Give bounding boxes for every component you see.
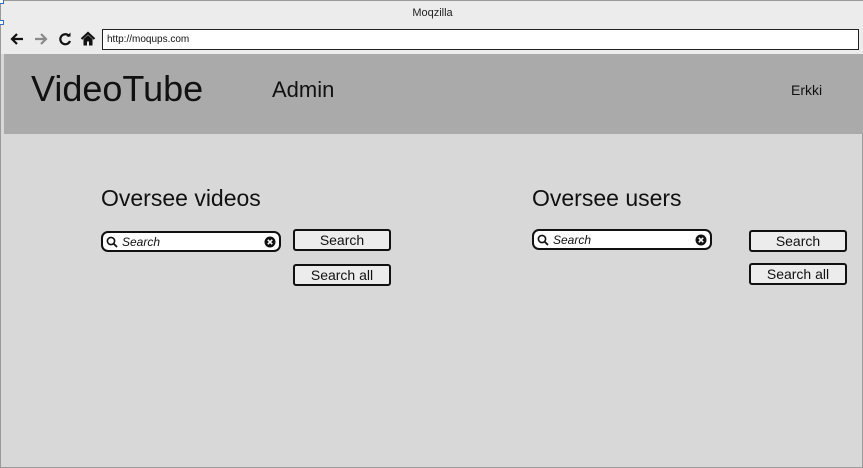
- browser-window: Moqzilla http://moqups.com VideoTube Adm…: [0, 0, 863, 468]
- videos-search-field[interactable]: [101, 231, 281, 252]
- home-icon[interactable]: [79, 30, 97, 48]
- users-search-input[interactable]: [553, 232, 693, 247]
- clear-icon[interactable]: [695, 234, 707, 246]
- forward-icon[interactable]: [32, 30, 50, 48]
- videos-search-all-button[interactable]: Search all: [293, 264, 391, 286]
- section-title: Admin: [272, 77, 335, 102]
- videos-search-button[interactable]: Search: [293, 229, 391, 251]
- address-text: http://moqups.com: [107, 34, 190, 45]
- reload-icon[interactable]: [56, 30, 74, 48]
- address-bar[interactable]: http://moqups.com: [102, 29, 859, 50]
- search-icon: [537, 234, 549, 246]
- clear-icon[interactable]: [264, 236, 276, 248]
- window-title: Moqzilla: [412, 7, 453, 19]
- users-search-field[interactable]: [532, 229, 712, 250]
- window-titlebar: Moqzilla: [1, 1, 863, 25]
- videos-panel-title: Oversee videos: [101, 185, 261, 211]
- users-search-button[interactable]: Search: [749, 230, 847, 252]
- user-name[interactable]: Erkki: [791, 82, 822, 98]
- search-icon: [106, 236, 118, 248]
- users-panel-title: Oversee users: [532, 185, 682, 211]
- app-logo[interactable]: VideoTube: [31, 67, 203, 111]
- app-header: VideoTube Admin Erkki: [4, 54, 863, 134]
- back-icon[interactable]: [8, 30, 26, 48]
- users-search-all-button[interactable]: Search all: [749, 263, 847, 285]
- resize-handle[interactable]: [0, 0, 4, 4]
- browser-toolbar: http://moqups.com: [1, 25, 863, 54]
- videos-search-input[interactable]: [122, 234, 262, 249]
